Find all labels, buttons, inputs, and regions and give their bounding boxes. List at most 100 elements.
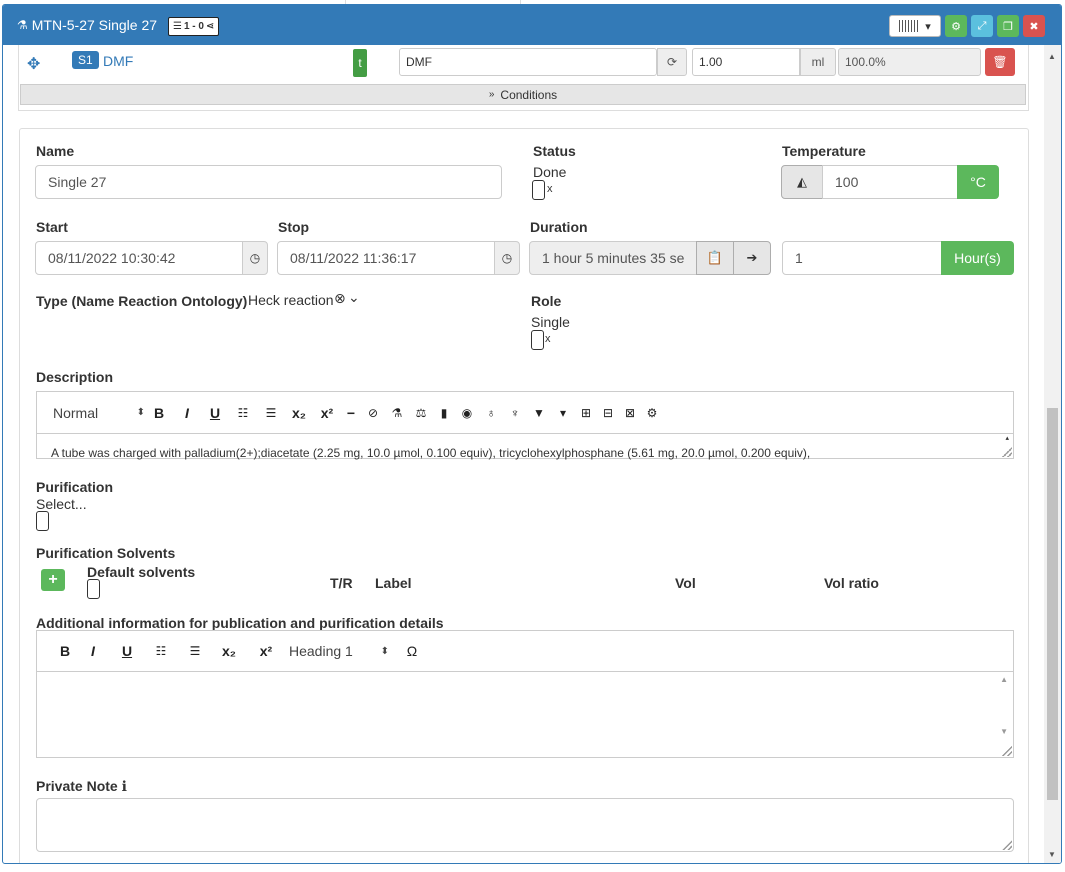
ordered-list-icon[interactable]: ☷ [147, 641, 175, 661]
status-select-box[interactable] [532, 180, 545, 200]
conditions-toggle[interactable]: » Conditions [20, 84, 1026, 105]
status-value[interactable]: Done [533, 164, 566, 180]
italic-button[interactable]: I [79, 641, 107, 661]
filter-icon[interactable]: ▼ [527, 403, 551, 423]
vertical-scrollbar[interactable]: ▲ ▼ [1044, 45, 1061, 863]
type-label: Type (Name Reaction Ontology) [36, 293, 248, 309]
gear-icon[interactable]: ⚙ [641, 403, 663, 423]
plus-icon: + [48, 571, 58, 588]
close-button[interactable]: ✖ [1023, 15, 1045, 37]
reaction-icon[interactable]: ⚖ [409, 403, 433, 423]
duration-number-input[interactable]: 1 [782, 241, 942, 275]
subscript-button[interactable]: x₂ [215, 641, 243, 661]
temperature-input[interactable]: 100 [822, 165, 958, 199]
stop-clock-button[interactable]: ◷ [494, 241, 520, 275]
barcode-button[interactable]: ▾ [889, 15, 941, 37]
info-book-icon[interactable]: ▮ [433, 403, 455, 423]
chevron-down-icon[interactable]: ⌄ [348, 289, 360, 306]
literature-count-badge[interactable]: ☰ 1 - 0 ⋖ [168, 17, 220, 36]
duration-unit-button[interactable]: Hour(s) [941, 241, 1014, 275]
scroll-up-icon[interactable]: ▲ [1048, 52, 1056, 61]
dash-icon[interactable]: − [341, 403, 361, 423]
description-text[interactable]: A tube was charged with palladium(2+);di… [51, 446, 1006, 460]
solvent-ratio-field: 100.0% [838, 48, 981, 76]
move-icon[interactable]: ✥ [27, 54, 40, 74]
fullscreen-button[interactable]: ⤢ [971, 15, 993, 37]
solvent-amount-input[interactable]: 1.00 [692, 48, 800, 76]
italic-button[interactable]: I [173, 403, 201, 423]
bold-button[interactable]: B [145, 403, 173, 423]
solvent-icon[interactable]: ♆ [503, 403, 527, 423]
resize-handle[interactable] [1002, 746, 1012, 756]
unit-button[interactable]: ml [800, 48, 836, 76]
bold-button[interactable]: B [51, 641, 79, 661]
info-icon[interactable]: ℹ [122, 778, 127, 794]
private-note-input[interactable] [36, 798, 1014, 852]
bullet-list-icon[interactable]: ☰ [175, 641, 215, 661]
filter-alt-icon[interactable]: ▾ [551, 403, 575, 423]
start-input[interactable]: 08/11/2022 10:30:42 [35, 241, 243, 275]
description-editor: Normal ⬍ B I U ☷ ☰ x₂ x² − ⊘ ⚗ ⚖ ▮ ◉ ♁ ♆ … [36, 391, 1014, 460]
properties-section: Name Single 27 Status Done x Temperature… [19, 128, 1029, 863]
underline-button[interactable]: U [107, 641, 147, 661]
scroll-down-icon[interactable]: ▼ [1000, 727, 1008, 736]
default-solvents-select-box[interactable] [87, 579, 100, 599]
scroll-down-icon[interactable]: ▼ [1048, 850, 1056, 859]
caret-down-icon: ▾ [925, 20, 931, 33]
temperature-unit-button[interactable]: °C [957, 165, 999, 199]
status-clear-icon[interactable]: x [547, 183, 553, 195]
clear-type-icon[interactable]: ⊗ [334, 290, 346, 307]
role-clear-icon[interactable]: x [545, 333, 551, 345]
scroll-up-icon[interactable]: ▲ [1000, 675, 1008, 684]
type-value[interactable]: Heck reaction [248, 292, 334, 308]
role-select-box[interactable] [531, 330, 544, 350]
clock-icon: ◷ [501, 251, 513, 265]
ordered-list-icon[interactable]: ☷ [229, 403, 257, 423]
resize-handle[interactable] [1002, 447, 1012, 457]
heading-select[interactable]: Heading 1 ⬍ [289, 641, 389, 661]
clock-icon: ◷ [249, 251, 261, 265]
stop-label: Stop [278, 219, 310, 235]
duration-display: 1 hour 5 minutes 35 se [529, 241, 697, 275]
add-solvent-button[interactable]: + [41, 569, 65, 591]
stop-input[interactable]: 08/11/2022 11:36:17 [277, 241, 495, 275]
generate-report-button[interactable]: ⚙ [945, 15, 967, 37]
target-toggle[interactable]: t [353, 49, 367, 77]
purification-select[interactable]: Select... [36, 496, 87, 512]
resize-up-icon: ▴ [1005, 435, 1009, 442]
copy-button[interactable]: ❐ [997, 15, 1019, 37]
start-clock-button[interactable]: ◷ [242, 241, 268, 275]
subscript-button[interactable]: x₂ [285, 403, 313, 423]
omega-icon[interactable]: Ω [389, 641, 435, 661]
solvent-name-link[interactable]: DMF [103, 53, 133, 69]
conditions-label: Conditions [500, 87, 558, 102]
purification-select-box[interactable] [36, 511, 49, 531]
resize-handle[interactable] [1002, 840, 1012, 850]
flask-round-icon[interactable]: ◉ [455, 403, 479, 423]
superscript-button[interactable]: x² [313, 403, 341, 423]
bullet-list-icon[interactable]: ☰ [257, 403, 285, 423]
temp-icon[interactable]: ♁ [479, 403, 503, 423]
tlc-icon[interactable]: ⊠ [619, 403, 641, 423]
ban-icon[interactable]: ⊘ [361, 403, 385, 423]
copy-duration-button[interactable]: 📋 [696, 241, 734, 275]
apply-duration-button[interactable]: ➔ [733, 241, 771, 275]
count-text: 1 - 0 [183, 21, 204, 32]
name-input[interactable]: Single 27 [35, 165, 502, 199]
superscript-button[interactable]: x² [243, 641, 289, 661]
temperature-chart-button[interactable]: ◭ [781, 165, 823, 199]
delete-solvent-button[interactable]: 🗑 [985, 48, 1015, 76]
column-alt-icon[interactable]: ⊟ [597, 403, 619, 423]
refresh-button[interactable]: ⟳ [657, 48, 687, 76]
underline-button[interactable]: U [201, 403, 229, 423]
solvent-row: ✥ S1 DMF t DMF ⟳ 1.00 ml 100.0% 🗑 [19, 45, 1028, 83]
role-label: Role [531, 293, 562, 309]
solvent-label-input[interactable]: DMF [399, 48, 657, 76]
private-note-text: Private Note [36, 778, 118, 794]
sample-icon[interactable]: ⚗ [385, 403, 409, 423]
scrollbar-thumb[interactable] [1047, 408, 1058, 800]
paste-icon: 📋 [706, 250, 724, 265]
format-select[interactable]: Normal ⬍ [53, 403, 145, 423]
role-value[interactable]: Single [531, 314, 570, 330]
column-icon[interactable]: ⊞ [575, 403, 597, 423]
